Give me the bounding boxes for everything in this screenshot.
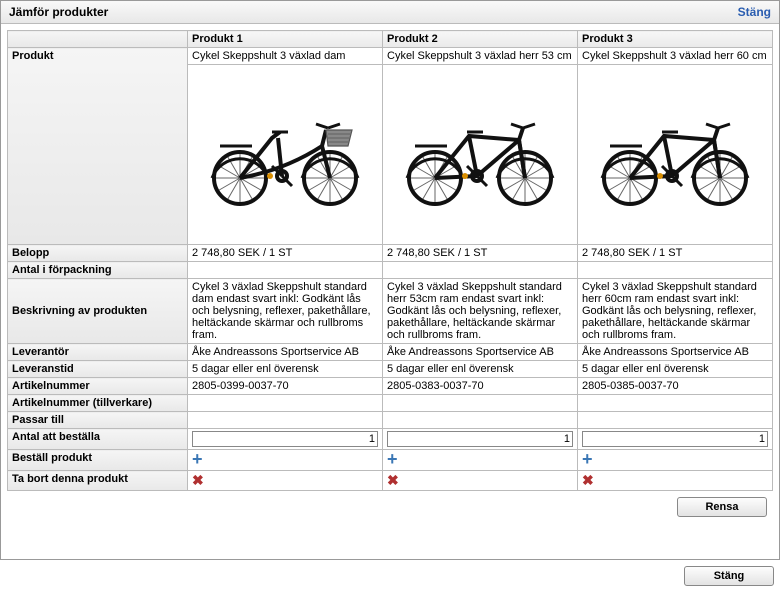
p2-name: Cykel Skeppshult 3 växlad herr 53 cm xyxy=(383,48,578,65)
clear-button[interactable]: Rensa xyxy=(677,497,767,517)
row-leveranstid: Leveranstid 5 dagar eller enl överensk 5… xyxy=(8,361,773,378)
p1-name: Cykel Skeppshult 3 växlad dam xyxy=(188,48,383,65)
row-label-beskrivning: Beskrivning av produkten xyxy=(8,279,188,344)
p1-artikelnummer-tillverkare xyxy=(188,395,383,412)
p1-beskrivning: Cykel 3 växlad Skeppshult standard dam e… xyxy=(188,279,383,344)
p2-remove-cell: ✖ xyxy=(383,471,578,491)
row-belopp: Belopp 2 748,80 SEK / 1 ST 2 748,80 SEK … xyxy=(8,245,773,262)
row-label-leverantor: Leverantör xyxy=(8,344,188,361)
plus-icon[interactable]: + xyxy=(387,452,398,466)
row-label-leveranstid: Leveranstid xyxy=(8,361,188,378)
dialog-header: Jämför produkter Stäng xyxy=(1,1,779,24)
dialog-title: Jämför produkter xyxy=(9,5,108,19)
plus-icon[interactable]: + xyxy=(192,452,203,466)
cross-icon[interactable]: ✖ xyxy=(192,473,204,487)
plus-icon[interactable]: + xyxy=(582,452,593,466)
p2-leveranstid: 5 dagar eller enl överensk xyxy=(383,361,578,378)
p2-artikelnummer: 2805-0383-0037-70 xyxy=(383,378,578,395)
p1-leverantor: Åke Andreassons Sportservice AB xyxy=(188,344,383,361)
p1-remove-cell: ✖ xyxy=(188,471,383,491)
p2-leverantor: Åke Andreassons Sportservice AB xyxy=(383,344,578,361)
col-header-p1: Produkt 1 xyxy=(188,31,383,48)
row-label-bestall-produkt: Beställ produkt xyxy=(8,450,188,471)
row-artikelnummer: Artikelnummer 2805-0399-0037-70 2805-038… xyxy=(8,378,773,395)
p2-belopp: 2 748,80 SEK / 1 ST xyxy=(383,245,578,262)
p3-artikelnummer-tillverkare xyxy=(578,395,773,412)
p3-order-cell: + xyxy=(578,450,773,471)
p3-belopp: 2 748,80 SEK / 1 ST xyxy=(578,245,773,262)
row-label-produkt: Produkt xyxy=(8,48,188,245)
p3-name: Cykel Skeppshult 3 växlad herr 60 cm xyxy=(578,48,773,65)
p3-qty-input[interactable] xyxy=(582,431,768,447)
p1-qty-cell xyxy=(188,429,383,450)
cross-icon[interactable]: ✖ xyxy=(387,473,399,487)
cross-icon[interactable]: ✖ xyxy=(582,473,594,487)
row-label-antal-att-bestalla: Antal att beställa xyxy=(8,429,188,450)
p2-artikelnummer-tillverkare xyxy=(383,395,578,412)
p3-remove-cell: ✖ xyxy=(578,471,773,491)
bicycle-icon xyxy=(590,199,760,211)
col-header-p2: Produkt 2 xyxy=(383,31,578,48)
p3-leveranstid: 5 dagar eller enl överensk xyxy=(578,361,773,378)
row-bestall-produkt: Beställ produkt + + + xyxy=(8,450,773,471)
p2-qty-input[interactable] xyxy=(387,431,573,447)
p1-order-cell: + xyxy=(188,450,383,471)
p3-leverantor: Åke Andreassons Sportservice AB xyxy=(578,344,773,361)
footer-bar: Stäng xyxy=(0,560,780,592)
row-label-passar-till: Passar till xyxy=(8,412,188,429)
p3-passar-till xyxy=(578,412,773,429)
close-button[interactable]: Stäng xyxy=(684,566,774,586)
p1-qty-input[interactable] xyxy=(192,431,378,447)
p3-antal-forpackning xyxy=(578,262,773,279)
p1-leveranstid: 5 dagar eller enl överensk xyxy=(188,361,383,378)
p2-qty-cell xyxy=(383,429,578,450)
close-link[interactable]: Stäng xyxy=(738,5,771,19)
header-row: Produkt 1 Produkt 2 Produkt 3 xyxy=(8,31,773,48)
p2-order-cell: + xyxy=(383,450,578,471)
row-antal-forpackning: Antal i förpackning xyxy=(8,262,773,279)
dialog-button-row: Rensa xyxy=(7,491,773,523)
p1-passar-till xyxy=(188,412,383,429)
p3-beskrivning: Cykel 3 växlad Skeppshult standard herr … xyxy=(578,279,773,344)
p3-image-cell xyxy=(578,65,773,245)
row-label-artikelnummer-tillverkare: Artikelnummer (tillverkare) xyxy=(8,395,188,412)
p3-artikelnummer: 2805-0385-0037-70 xyxy=(578,378,773,395)
row-beskrivning: Beskrivning av produkten Cykel 3 växlad … xyxy=(8,279,773,344)
row-ta-bort: Ta bort denna produkt ✖ ✖ ✖ xyxy=(8,471,773,491)
p1-artikelnummer: 2805-0399-0037-70 xyxy=(188,378,383,395)
bicycle-icon xyxy=(395,199,565,211)
p1-image-cell xyxy=(188,65,383,245)
col-header-p3: Produkt 3 xyxy=(578,31,773,48)
compare-dialog: Jämför produkter Stäng Produkt 1 Produkt… xyxy=(0,0,780,560)
row-produkt: Produkt Cykel Skeppshult 3 växlad dam Cy… xyxy=(8,48,773,65)
p1-antal-forpackning xyxy=(188,262,383,279)
row-leverantor: Leverantör Åke Andreassons Sportservice … xyxy=(8,344,773,361)
row-antal-att-bestalla: Antal att beställa xyxy=(8,429,773,450)
p2-beskrivning: Cykel 3 växlad Skeppshult standard herr … xyxy=(383,279,578,344)
compare-table: Produkt 1 Produkt 2 Produkt 3 Produkt Cy… xyxy=(7,30,773,491)
dialog-content: Produkt 1 Produkt 2 Produkt 3 Produkt Cy… xyxy=(1,24,779,529)
bicycle-icon xyxy=(200,199,370,211)
row-label-belopp: Belopp xyxy=(8,245,188,262)
row-artikelnummer-tillverkare: Artikelnummer (tillverkare) xyxy=(8,395,773,412)
p3-qty-cell xyxy=(578,429,773,450)
col-header-attr xyxy=(8,31,188,48)
p2-image-cell xyxy=(383,65,578,245)
p2-passar-till xyxy=(383,412,578,429)
p1-belopp: 2 748,80 SEK / 1 ST xyxy=(188,245,383,262)
row-label-artikelnummer: Artikelnummer xyxy=(8,378,188,395)
row-label-ta-bort: Ta bort denna produkt xyxy=(8,471,188,491)
row-label-antal-forpackning: Antal i förpackning xyxy=(8,262,188,279)
p2-antal-forpackning xyxy=(383,262,578,279)
row-passar-till: Passar till xyxy=(8,412,773,429)
